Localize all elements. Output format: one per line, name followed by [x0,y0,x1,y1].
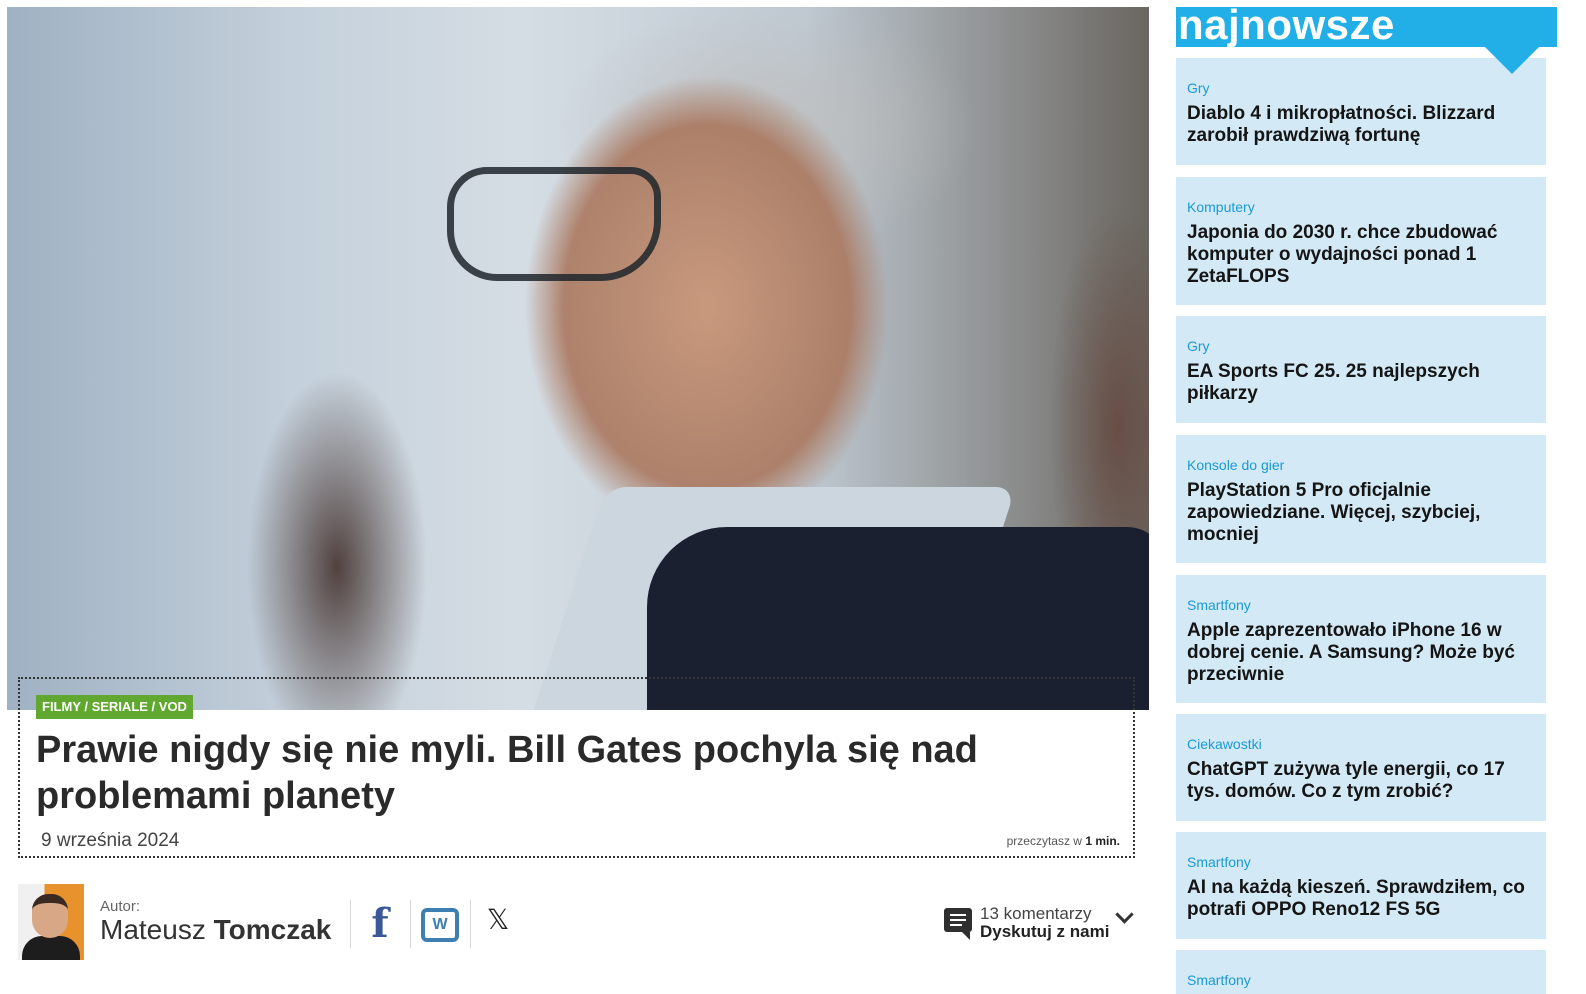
news-item[interactable]: Ciekawostki ChatGPT zużywa tyle energii,… [1176,714,1546,821]
comments-icon-line [950,924,962,926]
read-time-prefix: przeczytasz w [1006,834,1082,848]
sidebar-pointer-shape [1485,47,1539,74]
x-share-icon[interactable]: 𝕏 [476,902,520,946]
comments-icon-line [950,914,966,916]
news-title[interactable]: Apple zaprezentowało iPhone 16 w dobrej … [1187,620,1535,686]
news-title[interactable]: Diablo 4 i mikropłatności. Blizzard zaro… [1187,103,1535,147]
comments-icon-line [950,919,966,921]
sidebar-title: najnowsze [1178,1,1395,48]
news-item[interactable]: Konsole do gier PlayStation 5 Pro oficja… [1176,435,1546,563]
article-title: Prawie nigdy się nie myli. Bill Gates po… [36,729,978,817]
divider [350,900,351,948]
discuss-link[interactable]: Dyskutuj z nami [980,922,1109,942]
author-name[interactable]: Mateusz Tomczak [100,914,331,946]
author-first-name: Mateusz [100,914,206,945]
read-time-value: 1 min. [1085,834,1120,848]
news-category[interactable]: Gry [1187,338,1535,354]
wykop-share-icon[interactable]: W [418,902,462,946]
sidebar-header: najnowsze [1176,1,1557,48]
author-last-name: Tomczak [213,914,332,945]
avatar-shirt-shape [22,936,80,960]
avatar-face-shape [32,894,68,938]
publish-date: 9 września 2024 [41,830,180,851]
news-category[interactable]: Ciekawostki [1187,736,1535,752]
comments-count[interactable]: 13 komentarzy [980,904,1092,924]
news-category[interactable]: Smartfony [1187,854,1535,870]
news-title[interactable]: Japonia do 2030 r. chce zbudować kompute… [1187,222,1535,288]
news-category[interactable]: Smartfony [1187,597,1535,613]
news-category[interactable]: Gry [1187,80,1535,96]
facebook-share-icon[interactable]: f [358,902,402,946]
news-item[interactable]: Gry EA Sports FC 25. 25 najlepszych piłk… [1176,316,1546,423]
comments-icon[interactable] [944,908,972,940]
divider [470,900,471,948]
news-category[interactable]: Smartfony [1187,972,1535,988]
news-item[interactable]: Smartfony [1176,950,1546,994]
news-item[interactable]: Gry Diablo 4 i mikropłatności. Blizzard … [1176,58,1546,165]
news-item[interactable]: Smartfony AI na każdą kieszeń. Sprawdził… [1176,832,1546,939]
news-title[interactable]: ChatGPT zużywa tyle energii, co 17 tys. … [1187,759,1535,803]
chevron-down-icon[interactable] [1115,905,1134,924]
news-item[interactable]: Smartfony Apple zaprezentowało iPhone 16… [1176,575,1546,703]
read-time: przeczytasz w 1 min. [1007,834,1120,848]
news-category[interactable]: Konsole do gier [1187,457,1535,473]
author-avatar[interactable] [18,884,84,960]
news-item[interactable]: Komputery Japonia do 2030 r. chce zbudow… [1176,177,1546,305]
news-category[interactable]: Komputery [1187,199,1535,215]
hero-image[interactable] [7,7,1149,710]
news-title[interactable]: PlayStation 5 Pro oficjalnie zapowiedzia… [1187,480,1535,546]
news-title[interactable]: AI na każdą kieszeń. Sprawdziłem, co pot… [1187,877,1535,921]
author-label: Autor: [100,898,141,915]
category-badge[interactable]: FILMY / SERIALE / VOD [36,695,193,719]
divider [410,900,411,948]
news-title[interactable]: EA Sports FC 25. 25 najlepszych piłkarzy [1187,361,1535,405]
hero-glasses-shape [447,167,661,281]
wykop-glyph: W [421,908,459,942]
